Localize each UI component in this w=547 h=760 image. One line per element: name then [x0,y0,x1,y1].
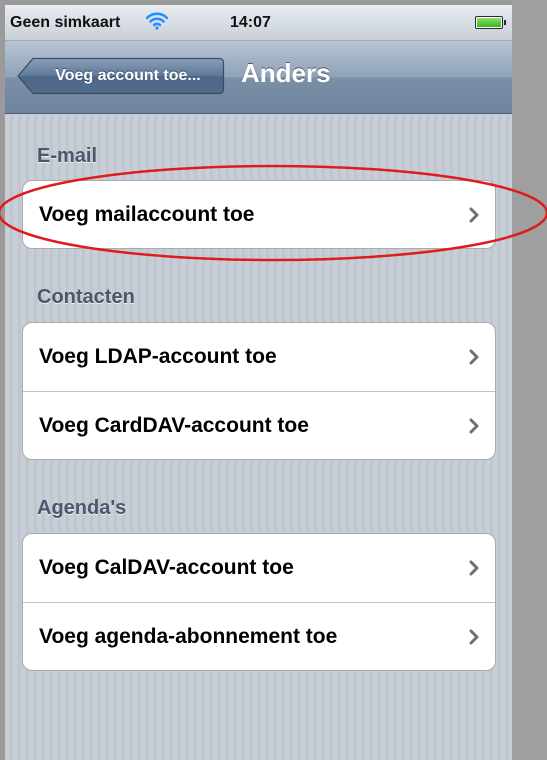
status-bar: Geen simkaart 14:07 [5,5,512,41]
back-button-label: Voeg account toe... [55,67,201,84]
row-label: Voeg mailaccount toe [39,203,255,226]
chevron-right-icon [469,629,479,650]
back-button[interactable]: Voeg account toe... [17,57,225,95]
calendars-group: Voeg CalDAV-account toe Voeg agenda-abon… [22,533,496,671]
row-label: Voeg CardDAV-account toe [39,414,309,437]
section-header-contacts: Contacten [37,286,135,308]
chevron-right-icon [469,207,479,228]
wifi-icon [145,11,169,36]
battery-fill [477,18,501,27]
phone-screen: Geen simkaart 14:07 Voeg account toe... … [5,5,512,760]
battery-icon [475,16,506,29]
chevron-right-icon [469,349,479,370]
email-group: Voeg mailaccount toe [22,180,496,249]
row-label: Voeg CalDAV-account toe [39,556,294,579]
clock: 14:07 [230,14,271,31]
row-label: Voeg LDAP-account toe [39,345,277,368]
page-title: Anders [241,58,331,88]
add-mail-account-row[interactable]: Voeg mailaccount toe [23,181,495,248]
add-calendar-subscription-row[interactable]: Voeg agenda-abonnement toe [23,603,495,670]
chevron-right-icon [469,560,479,581]
contacts-group: Voeg LDAP-account toe Voeg CardDAV-accou… [22,322,496,460]
add-caldav-account-row[interactable]: Voeg CalDAV-account toe [23,534,495,603]
background-strip [512,0,547,760]
navigation-bar: Voeg account toe... Anders [5,41,512,114]
add-carddav-account-row[interactable]: Voeg CardDAV-account toe [23,392,495,459]
add-ldap-account-row[interactable]: Voeg LDAP-account toe [23,323,495,392]
row-label: Voeg agenda-abonnement toe [39,625,338,648]
carrier-label: Geen simkaart [10,14,121,31]
section-header-calendars: Agenda's [37,497,127,519]
chevron-right-icon [469,418,479,439]
section-header-email: E-mail [37,145,98,167]
